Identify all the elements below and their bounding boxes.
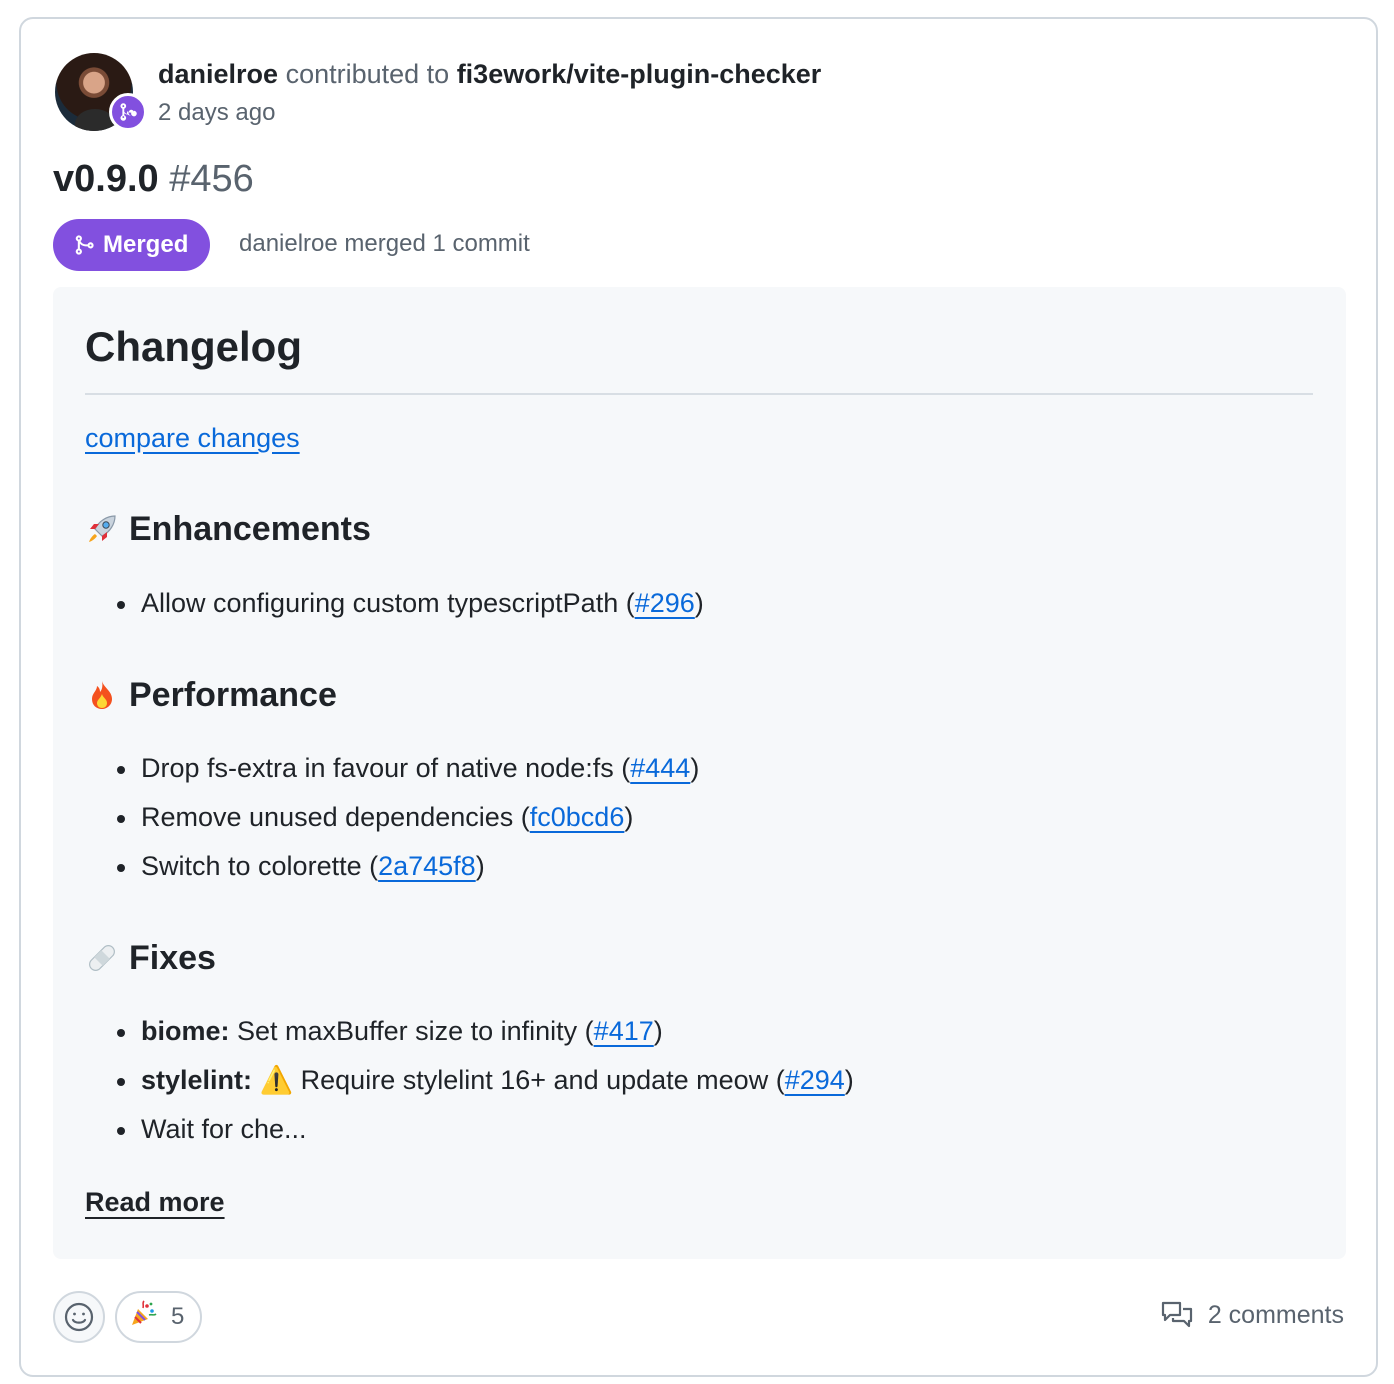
performance-list: Drop fs-extra in favour of native node:f… bbox=[115, 744, 699, 891]
section-title: Fixes bbox=[129, 939, 216, 977]
merged-status-badge: Merged bbox=[53, 219, 211, 271]
merged-status-label: Merged bbox=[103, 231, 189, 258]
bandage-icon bbox=[85, 941, 119, 975]
changelog-heading: Changelog bbox=[85, 321, 1313, 395]
pr-title-text[interactable]: v0.9.0 bbox=[53, 158, 159, 200]
compare-changes-link[interactable]: compare changes bbox=[85, 423, 300, 454]
section-heading-fixes: Fixes bbox=[85, 936, 216, 980]
merge-info: danielroe merged 1 commit bbox=[239, 230, 530, 257]
comments-link[interactable]: 2 comments bbox=[1160, 1300, 1344, 1330]
party-popper-icon bbox=[129, 1299, 157, 1335]
comment-discussion-icon bbox=[1161, 1301, 1192, 1328]
list-item: biome: Set maxBuffer size to infinity (#… bbox=[115, 1007, 854, 1056]
section-heading-enhancements: Enhancements bbox=[85, 507, 371, 551]
contributed-text: contributed to bbox=[285, 59, 450, 89]
list-item: Wait for che... bbox=[115, 1105, 854, 1154]
issue-link[interactable]: #444 bbox=[630, 753, 690, 783]
author-link[interactable]: danielroe bbox=[158, 59, 278, 89]
section-title: Enhancements bbox=[129, 510, 371, 548]
pull-request-badge-icon bbox=[109, 93, 147, 131]
comments-count[interactable]: 2 comments bbox=[1208, 1301, 1344, 1330]
pr-number[interactable]: #456 bbox=[169, 158, 254, 200]
hooray-reaction-button[interactable]: 5 bbox=[115, 1291, 203, 1343]
section-title: Performance bbox=[129, 676, 337, 714]
commit-link[interactable]: 2a745f8 bbox=[378, 851, 476, 881]
smiley-icon bbox=[64, 1302, 94, 1332]
commit-link[interactable]: fc0bcd6 bbox=[530, 802, 625, 832]
rocket-icon bbox=[85, 512, 119, 546]
list-item: stylelint: ⚠️ Require stylelint 16+ and … bbox=[115, 1056, 854, 1105]
list-item: Remove unused dependencies (fc0bcd6) bbox=[115, 793, 699, 842]
issue-link[interactable]: #294 bbox=[785, 1065, 845, 1095]
activity-summary: danielroe contributed to fi3ework/vite-p… bbox=[158, 57, 821, 91]
read-more-link[interactable]: Read more bbox=[85, 1187, 225, 1218]
enhancements-list: Allow configuring custom typescriptPath … bbox=[115, 579, 704, 628]
repo-link[interactable]: fi3ework/vite-plugin-checker bbox=[457, 59, 822, 89]
activity-card: danielroe contributed to fi3ework/vite-p… bbox=[19, 17, 1378, 1377]
pr-body: Changelog compare changes Enhancements A… bbox=[53, 287, 1346, 1259]
pr-title[interactable]: v0.9.0 #456 bbox=[53, 155, 254, 203]
fire-icon bbox=[85, 678, 119, 712]
list-item: Drop fs-extra in favour of native node:f… bbox=[115, 744, 699, 793]
list-item: Switch to colorette (2a745f8) bbox=[115, 842, 699, 891]
issue-link[interactable]: #417 bbox=[594, 1016, 654, 1046]
issue-link[interactable]: #296 bbox=[635, 588, 695, 618]
list-item: Allow configuring custom typescriptPath … bbox=[115, 579, 704, 628]
fixes-list: biome: Set maxBuffer size to infinity (#… bbox=[115, 1007, 854, 1154]
section-heading-performance: Performance bbox=[85, 673, 337, 717]
reaction-count: 5 bbox=[171, 1303, 185, 1330]
add-reaction-button[interactable] bbox=[53, 1291, 105, 1343]
merge-icon bbox=[75, 235, 94, 255]
timestamp[interactable]: 2 days ago bbox=[158, 97, 275, 129]
